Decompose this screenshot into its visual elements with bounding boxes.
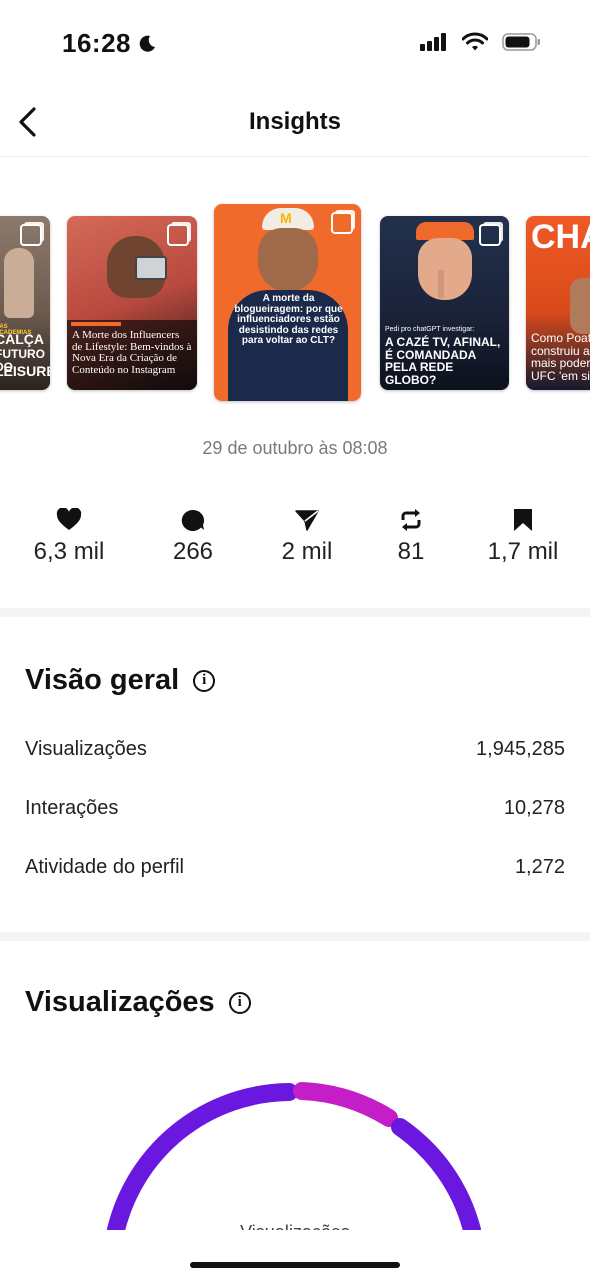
battery-icon [502,33,540,51]
gauge-segment-primary [107,1083,298,1230]
overview-row-value: 1,272 [514,856,565,878]
views-gauge [0,1060,590,1230]
post-thumbnail-2[interactable]: A Morte dos Influencers de Lifestyle: Be… [67,216,197,390]
post-3-caption: A morte da blogueiragem: por que influen… [234,293,343,346]
reposts-count: 81 [397,538,425,565]
repost-icon [401,509,421,531]
saves-stat: 1,7 mil [468,508,578,566]
status-time: 16:28 [62,28,131,58]
post-4-kicker: Pedi pro chatGPT investigar: [385,326,475,333]
send-icon [295,510,319,531]
moon-icon [139,35,155,52]
gauge-segment-tertiary [391,1118,481,1230]
likes-stat: 6,3 mil [14,508,124,566]
bookmark-icon [514,509,532,531]
shares-stat: 2 mil [252,508,362,566]
camera-prop [135,256,167,280]
multi-post-icon [20,224,42,246]
post-5-headline: CHA [531,218,590,256]
post-thumbnail-5[interactable]: CHA Como Poata construiu a mais podero U… [526,216,590,390]
status-icons [420,32,542,52]
wifi-icon [462,32,488,51]
status-time-group: 16:28 [62,28,157,59]
home-indicator[interactable] [190,1262,400,1268]
post-5-caption: Como Poata construiu a mais podero UFC '… [531,331,590,383]
views-title: Visualizações [25,986,215,1018]
gauge-segment-secondary [293,1082,398,1127]
overview-row-interactions: Interações 10,278 [25,797,565,820]
accent-bar [71,322,121,326]
overview-row-label: Visualizações [25,738,147,760]
comments-count: 266 [172,538,214,565]
overview-row-label: Atividade do perfil [25,856,184,878]
post-4-caption: A CAZÉ TV, AFINAL, É COMANDADA PELA REDE… [385,335,501,387]
fighter-figure [570,278,590,334]
post-thumbnail-4[interactable]: Pedi pro chatGPT investigar: A CAZÉ TV, … [380,216,509,390]
reposts-stat: 81 [356,508,466,566]
shares-count: 2 mil [281,538,333,565]
post-1-caption-c: LEISURE [0,363,50,379]
overview-row-label: Interações [25,797,119,819]
gauge-center-label: Visualizações [0,1222,590,1230]
finger-figure [438,270,444,298]
info-icon[interactable]: i [193,669,216,692]
multi-post-icon [331,212,353,234]
page-title: Insights [248,108,341,135]
overview-row-profile-activity: Atividade do perfil 1,272 [25,856,565,879]
likes-count: 6,3 mil [33,538,105,565]
post-1-caption-a: CALÇA [0,331,44,347]
multi-post-icon [167,224,189,246]
overview-row-views: Visualizações 1,945,285 [25,738,565,761]
person-figure [4,248,34,318]
multi-post-icon [479,224,501,246]
post-thumbnail-3[interactable]: M A morte da blogueiragem: por que influ… [214,204,361,401]
overview-row-value: 1,945,285 [476,738,565,760]
views-heading: Visualizações i [25,986,251,1019]
face-figure [258,228,318,292]
nav-header: Insights [0,90,590,157]
saves-count: 1,7 mil [487,538,559,565]
face-figure [418,238,472,300]
status-bar: 16:28 [0,0,590,90]
gauge-chart [107,1082,481,1230]
comment-bubble-icon [181,509,205,531]
logo-on-hat: M [280,210,292,226]
post-2-caption: A Morte dos Influencers de Lifestyle: Be… [72,329,192,376]
info-icon[interactable]: i [228,991,251,1014]
overview-title: Visão geral [25,664,180,696]
section-divider [0,932,590,941]
comments-stat: 266 [138,508,248,566]
post-thumbnail-1[interactable]: DAS ACADEMIAS CALÇA FUTURO DO LEISURE [0,216,50,390]
heart-icon [56,508,82,530]
overview-heading: Visão geral i [25,664,216,697]
section-divider [0,608,590,617]
post-date: 29 de outubro às 08:08 [202,438,388,458]
overview-row-value: 10,278 [503,797,565,819]
post-carousel[interactable]: DAS ACADEMIAS CALÇA FUTURO DO LEISURE A … [0,200,590,410]
engagement-stats: 6,3 mil 266 2 mil 81 1,7 mil [0,508,590,578]
cellular-signal-icon [420,33,446,51]
